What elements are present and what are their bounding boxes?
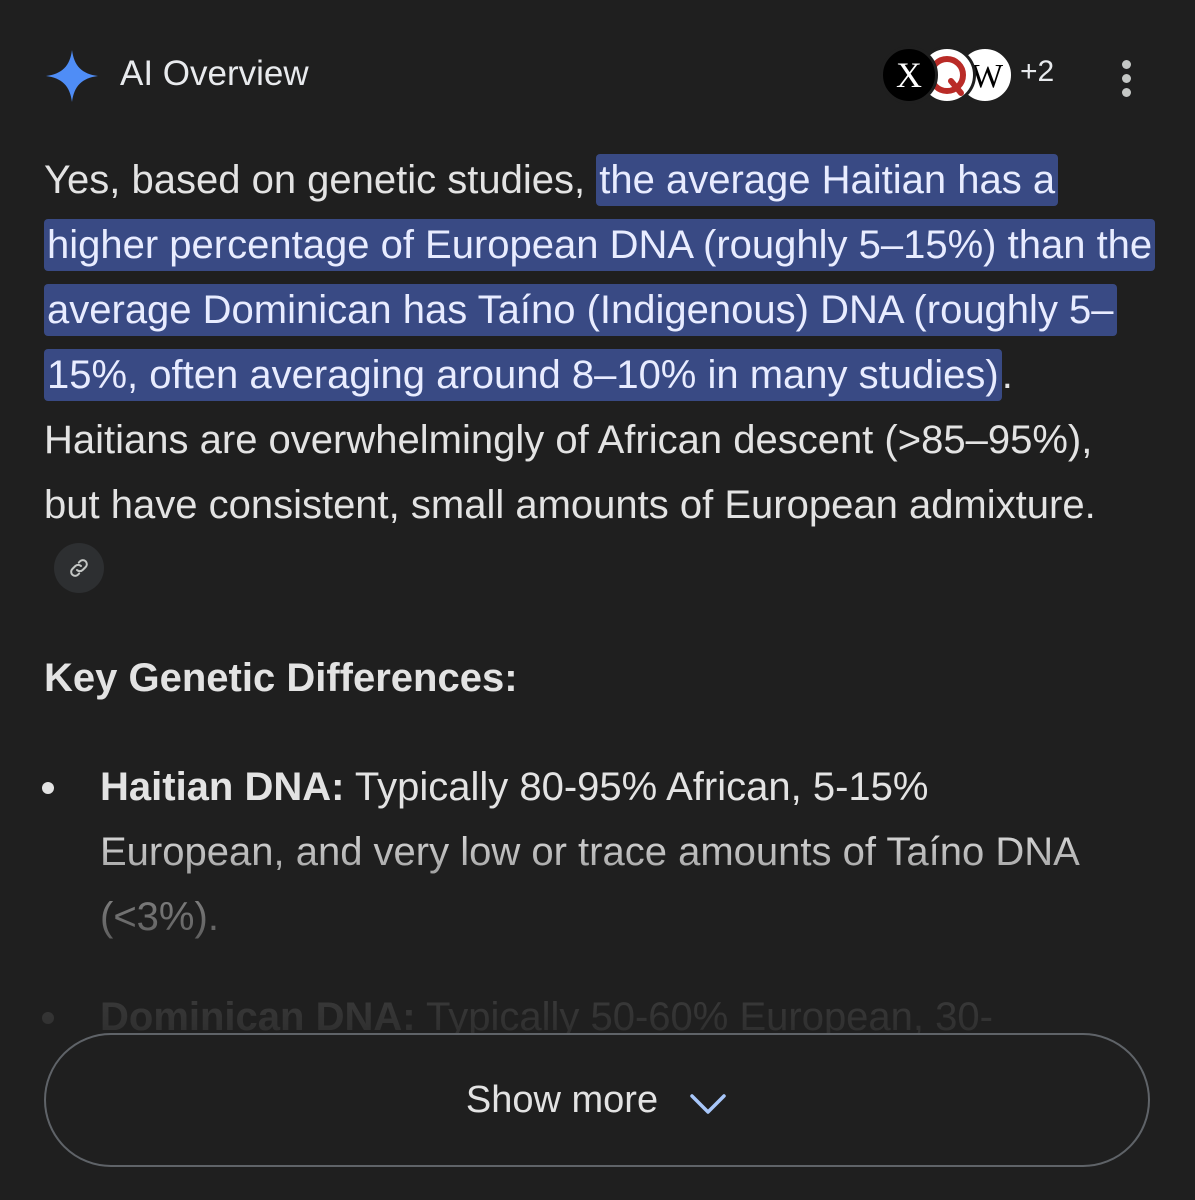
- bullet-label: Haitian DNA:: [100, 765, 345, 809]
- svg-text:X: X: [896, 55, 922, 95]
- sparkle-icon: [46, 50, 98, 102]
- show-more-button[interactable]: Show more: [44, 1033, 1150, 1167]
- bullet-dot: [42, 1012, 54, 1024]
- sources-button[interactable]: X W +2: [880, 46, 1070, 104]
- more-vert-icon[interactable]: [1108, 54, 1148, 102]
- list-item: Haitian DNA: Typically 80-95% African, 5…: [42, 755, 1100, 950]
- section-title: Key Genetic Differences:: [44, 656, 518, 700]
- sources-more-count: +2: [1020, 55, 1055, 88]
- answer-lead: Yes, based on genetic studies,: [44, 158, 597, 202]
- bullet-list: Haitian DNA: Typically 80-95% African, 5…: [0, 755, 1195, 1055]
- bullet-dot: [42, 782, 54, 794]
- chevron-down-icon: [690, 1094, 726, 1114]
- header-title: AI Overview: [120, 54, 309, 93]
- x-icon: X: [880, 46, 938, 104]
- answer-paragraph: Yes, based on genetic studies, the avera…: [44, 148, 1156, 603]
- link-icon[interactable]: [54, 543, 104, 594]
- ai-overview-header: AI Overview X W +2: [0, 0, 1195, 150]
- show-more-label: Show more: [465, 1078, 659, 1121]
